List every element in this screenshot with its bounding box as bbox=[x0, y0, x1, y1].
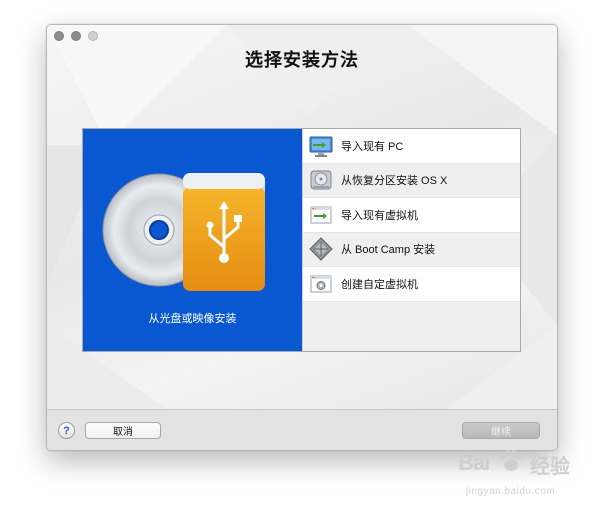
help-button[interactable]: ? bbox=[58, 422, 75, 439]
option-recovery-partition-label: 从恢复分区安装 OS X bbox=[341, 175, 448, 188]
option-import-vm[interactable]: 导入现有虚拟机 bbox=[303, 198, 520, 233]
zoom-window-button[interactable] bbox=[88, 31, 98, 41]
option-import-pc-label: 导入现有 PC bbox=[341, 140, 404, 153]
baidu-watermark: Bai 经验 jingyan.baidu.com bbox=[458, 444, 598, 510]
custom-vm-gear-icon bbox=[310, 275, 332, 293]
window-footer: ? 取消 继续 bbox=[47, 409, 557, 450]
install-methods-panel: 从光盘或映像安装 导入现有 PC 从恢复分区安装 OS X 导入现有虚拟机 从 … bbox=[82, 128, 521, 352]
window-controls bbox=[54, 31, 98, 41]
option-import-vm-label: 导入现有虚拟机 bbox=[341, 209, 418, 222]
minimize-window-button[interactable] bbox=[71, 31, 81, 41]
paw-logo-icon bbox=[500, 450, 522, 471]
install-from-disc-label: 从光盘或映像安装 bbox=[148, 313, 237, 325]
disc-usb-icon bbox=[102, 173, 265, 291]
pc-monitor-icon bbox=[309, 136, 333, 157]
close-window-button[interactable] bbox=[54, 31, 64, 41]
option-custom-vm[interactable]: 创建自定虚拟机 bbox=[303, 267, 520, 302]
option-boot-camp[interactable]: 从 Boot Camp 安装 bbox=[303, 232, 520, 267]
boot-camp-icon bbox=[309, 237, 333, 261]
install-from-disc-option[interactable]: 从光盘或映像安装 bbox=[83, 129, 302, 351]
cancel-button[interactable]: 取消 bbox=[85, 422, 161, 439]
watermark-brand: Bai bbox=[458, 450, 490, 475]
continue-button[interactable]: 继续 bbox=[462, 422, 540, 439]
install-method-window: 选择安装方法 从光盘或映像安装 导入现有 PC 从恢复分区安装 OS X 导入现… bbox=[46, 24, 558, 451]
watermark-url: jingyan.baidu.com bbox=[466, 486, 556, 497]
options-list-empty-space bbox=[303, 301, 520, 351]
option-recovery-partition[interactable]: 从恢复分区安装 OS X bbox=[303, 163, 520, 198]
install-options-list: 导入现有 PC 从恢复分区安装 OS X 导入现有虚拟机 从 Boot Camp… bbox=[302, 129, 520, 351]
option-import-pc[interactable]: 导入现有 PC bbox=[303, 129, 520, 164]
watermark-brand-suffix: 经验 bbox=[530, 456, 570, 478]
window-title: 选择安装方法 bbox=[245, 50, 359, 70]
option-boot-camp-label: 从 Boot Camp 安装 bbox=[341, 244, 436, 257]
vm-window-icon bbox=[310, 206, 332, 224]
window-content: 选择安装方法 从光盘或映像安装 导入现有 PC 从恢复分区安装 OS X 导入现… bbox=[47, 25, 557, 409]
option-custom-vm-label: 创建自定虚拟机 bbox=[341, 278, 418, 291]
hard-drive-icon bbox=[310, 170, 332, 190]
